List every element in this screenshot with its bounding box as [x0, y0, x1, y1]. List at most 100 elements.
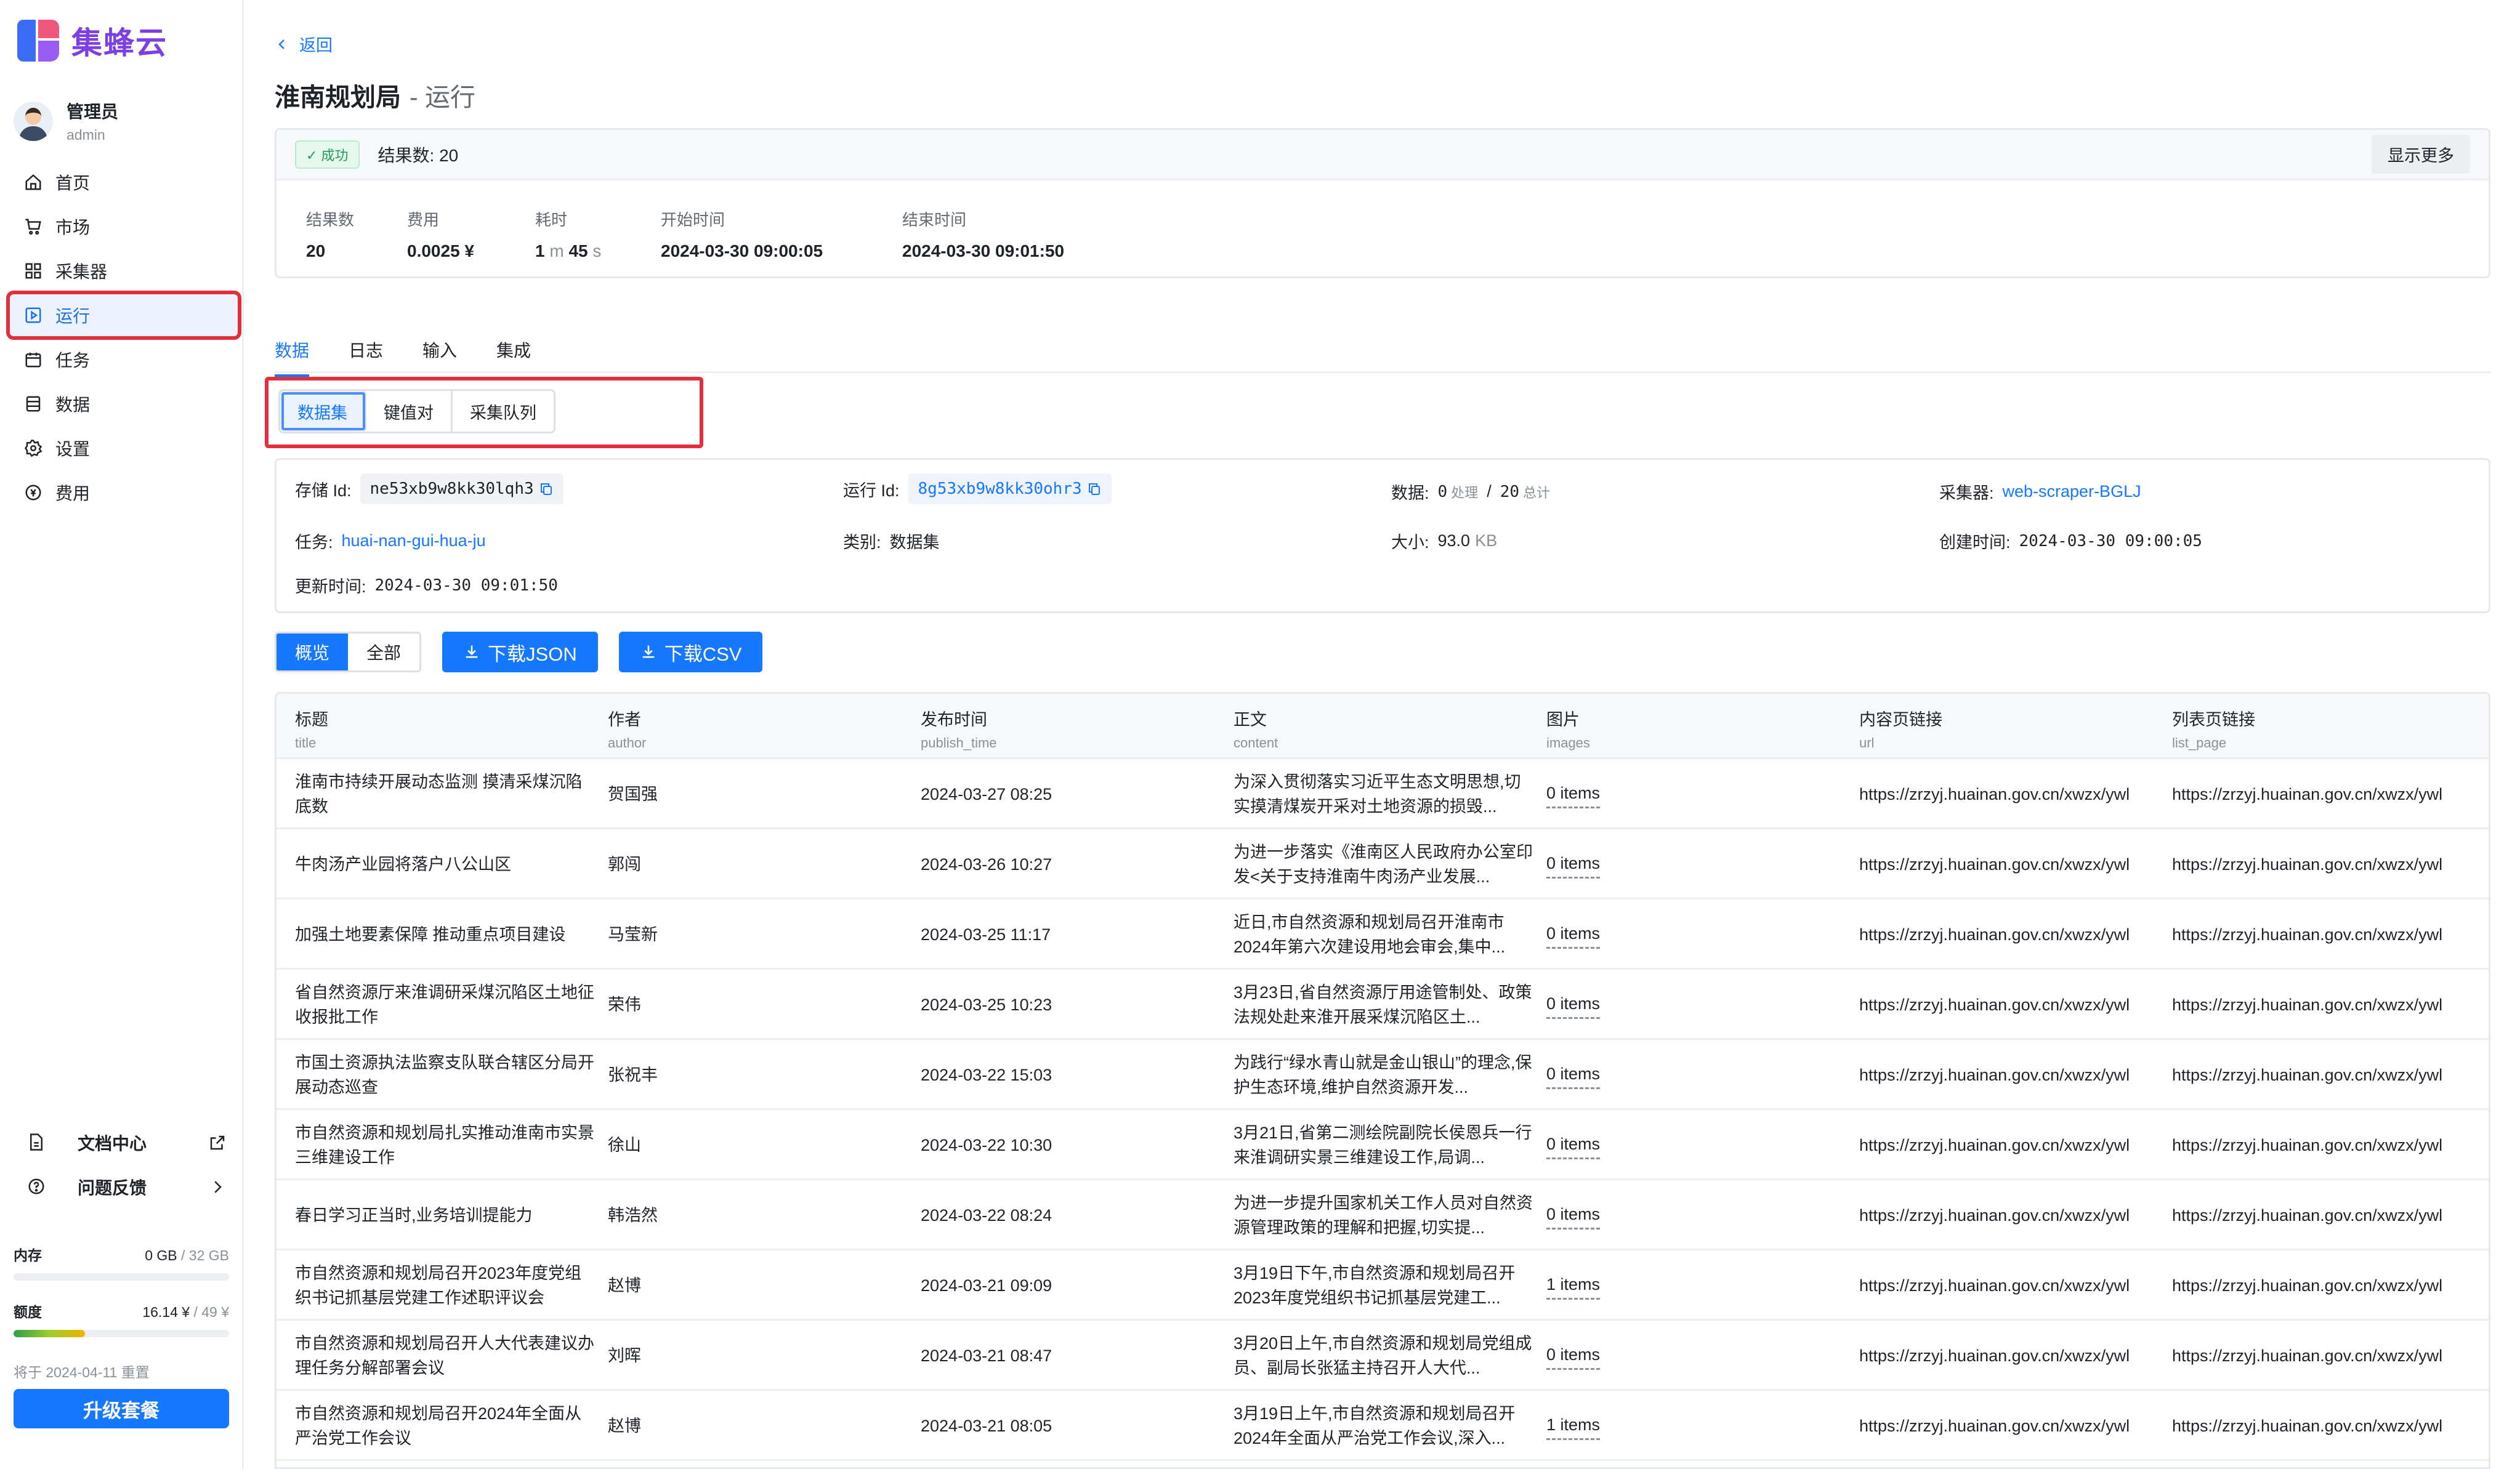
logo-mark-icon — [17, 20, 59, 62]
stat-value: 0.0025 ¥ — [407, 241, 474, 260]
play-square-icon — [23, 305, 43, 325]
table-row[interactable]: 市自然资源和规划局召开2023年度党组织书记抓基层党建工作述职评议会 赵博 2024… — [277, 1250, 2489, 1321]
column-header-key: content — [1234, 735, 1278, 751]
sub-tab-key-value[interactable]: 键值对 — [366, 391, 453, 432]
storage-id-chip[interactable]: ne53xb9w8kk30lqh3 — [360, 473, 563, 504]
sub-tab-request-queue[interactable]: 采集队列 — [453, 391, 554, 432]
cell-images[interactable]: 0 items — [1546, 829, 1848, 900]
cell-url: https://zrzyj.huainan.gov.cn/xwzx/ywl — [1859, 759, 2156, 829]
sidebar-item-settings[interactable]: 设置 — [10, 427, 238, 469]
data-count-label: 数据: — [1391, 484, 1429, 502]
updated-field: 更新时间: 2024-03-30 09:01:50 — [295, 573, 558, 597]
column-header-url[interactable]: 内容页链接 url — [1859, 706, 2161, 751]
table-row[interactable]: 春日学习正当时,业务培训提能力 韩浩然 2024-03-22 08:24 为进一步提升… — [277, 1180, 2489, 1250]
stat-value: 20 — [306, 241, 326, 260]
sub-tab-dataset[interactable]: 数据集 — [280, 391, 366, 432]
cell-text: 1 items — [1546, 1272, 1601, 1300]
cart-icon — [23, 217, 43, 236]
sidebar-item-billing[interactable]: 费用 — [10, 472, 238, 513]
sidebar-item-label: 首页 — [55, 174, 91, 193]
table-row[interactable]: 牛肉汤产业园将落户八公山区 郭闯 2024-03-26 10:27 为进一步落实《淮南… — [277, 829, 2489, 900]
stat-label: 开始时间 — [661, 211, 725, 229]
cell-text: 1 items — [1546, 1412, 1601, 1440]
cell-text: 市自然资源和规划局召开2024年全面从严治党工作会议 — [295, 1404, 582, 1447]
cell-text: 淮南市持续开展动态监测 摸清采煤沉陷底数 — [295, 773, 583, 816]
table-body: 淮南市持续开展动态监测 摸清采煤沉陷底数 贺国强 2024-03-27 08:25 为… — [277, 759, 2489, 1461]
feedback-link[interactable]: 问题反馈 — [0, 1165, 244, 1209]
cell-title: 市自然资源和规划局召开2023年度党组织书记抓基层党建工作述职评议会 — [295, 1250, 597, 1321]
show-more-button[interactable]: 显示更多 — [2372, 135, 2470, 174]
copy-icon[interactable] — [539, 481, 554, 496]
dataset-actions: 概览 全部 下载JSON 下载CSV — [275, 632, 763, 672]
table-row[interactable]: 市自然资源和规划局召开人大代表建议办理任务分解部署会议 刘晖 2024-03-21 … — [277, 1321, 2489, 1391]
data-count-field: 数据: 0 处理 / 20 总计 — [1391, 480, 1556, 504]
cell-images[interactable]: 0 items — [1546, 1180, 1848, 1250]
table-row[interactable]: 加强土地要素保障 推动重点项目建设 马莹新 2024-03-25 11:17 近日,市… — [277, 900, 2489, 970]
column-header-content[interactable]: 正文 content — [1234, 706, 1535, 751]
copy-icon[interactable] — [1087, 481, 1102, 496]
page-title-subtitle: - 运行 — [410, 83, 476, 111]
size-value: 93.0 — [1437, 531, 1471, 550]
task-link[interactable]: huai-nan-gui-hua-ju — [342, 531, 486, 550]
all-toggle[interactable]: 全部 — [348, 634, 419, 670]
column-header-label: 标题 — [295, 710, 328, 729]
cell-text: 0 items — [1546, 1061, 1601, 1089]
column-header-images[interactable]: 图片 images — [1546, 706, 1848, 751]
cell-images[interactable]: 0 items — [1546, 970, 1848, 1040]
sidebar-item-collector[interactable]: 采集器 — [10, 250, 238, 292]
sidebar-item-market[interactable]: 市场 — [10, 206, 238, 248]
table-row[interactable]: 淮南市持续开展动态监测 摸清采煤沉陷底数 贺国强 2024-03-27 08:25 为… — [277, 759, 2489, 829]
cell-images[interactable]: 0 items — [1546, 900, 1848, 970]
cell-url: https://zrzyj.huainan.gov.cn/xwzx/ywl — [1859, 1110, 2156, 1180]
table-row[interactable]: 市自然资源和规划局扎实推动淮南市实景三维建设工作 徐山 2024-03-22 10:… — [277, 1110, 2489, 1180]
user-profile[interactable]: 管理员 admin — [14, 99, 118, 143]
cell-text: 市国土资源执法监察支队联合辖区分局开展动态巡查 — [295, 1053, 594, 1097]
download-json-button[interactable]: 下载JSON — [442, 632, 598, 672]
coin-icon — [23, 483, 43, 502]
download-csv-button[interactable]: 下载CSV — [618, 632, 763, 672]
cell-text: 2024-03-25 10:23 — [921, 996, 1052, 1014]
cell-content: 3月19日下午,市自然资源和规划局召开2023年度党组织书记抓基层党建工... — [1234, 1250, 1535, 1321]
total-unit: 总计 — [1523, 485, 1551, 501]
download-csv-label: 下载CSV — [664, 643, 742, 665]
created-value: 2024-03-30 09:00:05 — [2019, 531, 2202, 550]
sidebar-item-label: 设置 — [55, 440, 91, 459]
cell-images[interactable]: 1 items — [1546, 1391, 1848, 1461]
cell-images[interactable]: 0 items — [1546, 1110, 1848, 1180]
table-row[interactable]: 市国土资源执法监察支队联合辖区分局开展动态巡查 张祝丰 2024-03-22 15:… — [277, 1040, 2489, 1110]
collector-link[interactable]: web-scraper-BGLJ — [2003, 482, 2141, 501]
cell-images[interactable]: 0 items — [1546, 1321, 1848, 1391]
cell-text: https://zrzyj.huainan.gov.cn/xwzx/ywl — [1859, 1346, 2130, 1365]
cell-author: 赵博 — [608, 1250, 910, 1321]
table-row[interactable]: 省自然资源厅来淮调研采煤沉陷区土地征收报批工作 荣伟 2024-03-25 10:2… — [277, 970, 2489, 1040]
column-header-key: publish_time — [921, 735, 997, 751]
cell-text: 0 items — [1546, 921, 1601, 949]
cell-images[interactable]: 0 items — [1546, 1040, 1848, 1110]
grid-icon — [23, 261, 43, 281]
column-header-author[interactable]: 作者 author — [608, 706, 910, 751]
overview-toggle[interactable]: 概览 — [277, 634, 349, 670]
sidebar-item-data[interactable]: 数据 — [10, 383, 238, 425]
sidebar-item-home[interactable]: 首页 — [10, 161, 238, 203]
sidebar-item-run[interactable]: 运行 — [6, 291, 241, 340]
cell-author: 徐山 — [608, 1110, 910, 1180]
column-header-list-page[interactable]: 列表页链接 list_page — [2172, 706, 2474, 751]
memory-used: 0 GB — [145, 1247, 177, 1263]
back-link[interactable]: 返回 — [275, 32, 333, 56]
cell-url: https://zrzyj.huainan.gov.cn/xwzx/ywl — [1859, 1391, 2156, 1461]
upgrade-plan-button[interactable]: 升级套餐 — [14, 1389, 229, 1428]
docs-center-link[interactable]: 文档中心 — [0, 1121, 244, 1165]
back-label: 返回 — [299, 36, 333, 55]
column-header-title[interactable]: 标题 title — [295, 706, 597, 751]
cell-text: https://zrzyj.huainan.gov.cn/xwzx/ywl — [1859, 1136, 2130, 1154]
cell-images[interactable]: 1 items — [1546, 1250, 1848, 1321]
table-row[interactable]: 市自然资源和规划局召开2024年全面从严治党工作会议 赵博 2024-03-21 0… — [277, 1391, 2489, 1461]
run-id-field: 运行 Id: 8g53xb9w8kk30ohr3 — [843, 473, 1112, 504]
run-id-chip[interactable]: 8g53xb9w8kk30ohr3 — [908, 473, 1112, 504]
sidebar-item-task[interactable]: 任务 — [10, 339, 238, 380]
app-logo[interactable]: 集蜂云 — [17, 18, 168, 63]
sidebar-item-label: 费用 — [55, 484, 91, 503]
column-header-publish-time[interactable]: 发布时间 publish_time — [921, 706, 1222, 751]
cell-images[interactable]: 0 items — [1546, 759, 1848, 829]
sidebar-item-label: 任务 — [55, 351, 91, 370]
